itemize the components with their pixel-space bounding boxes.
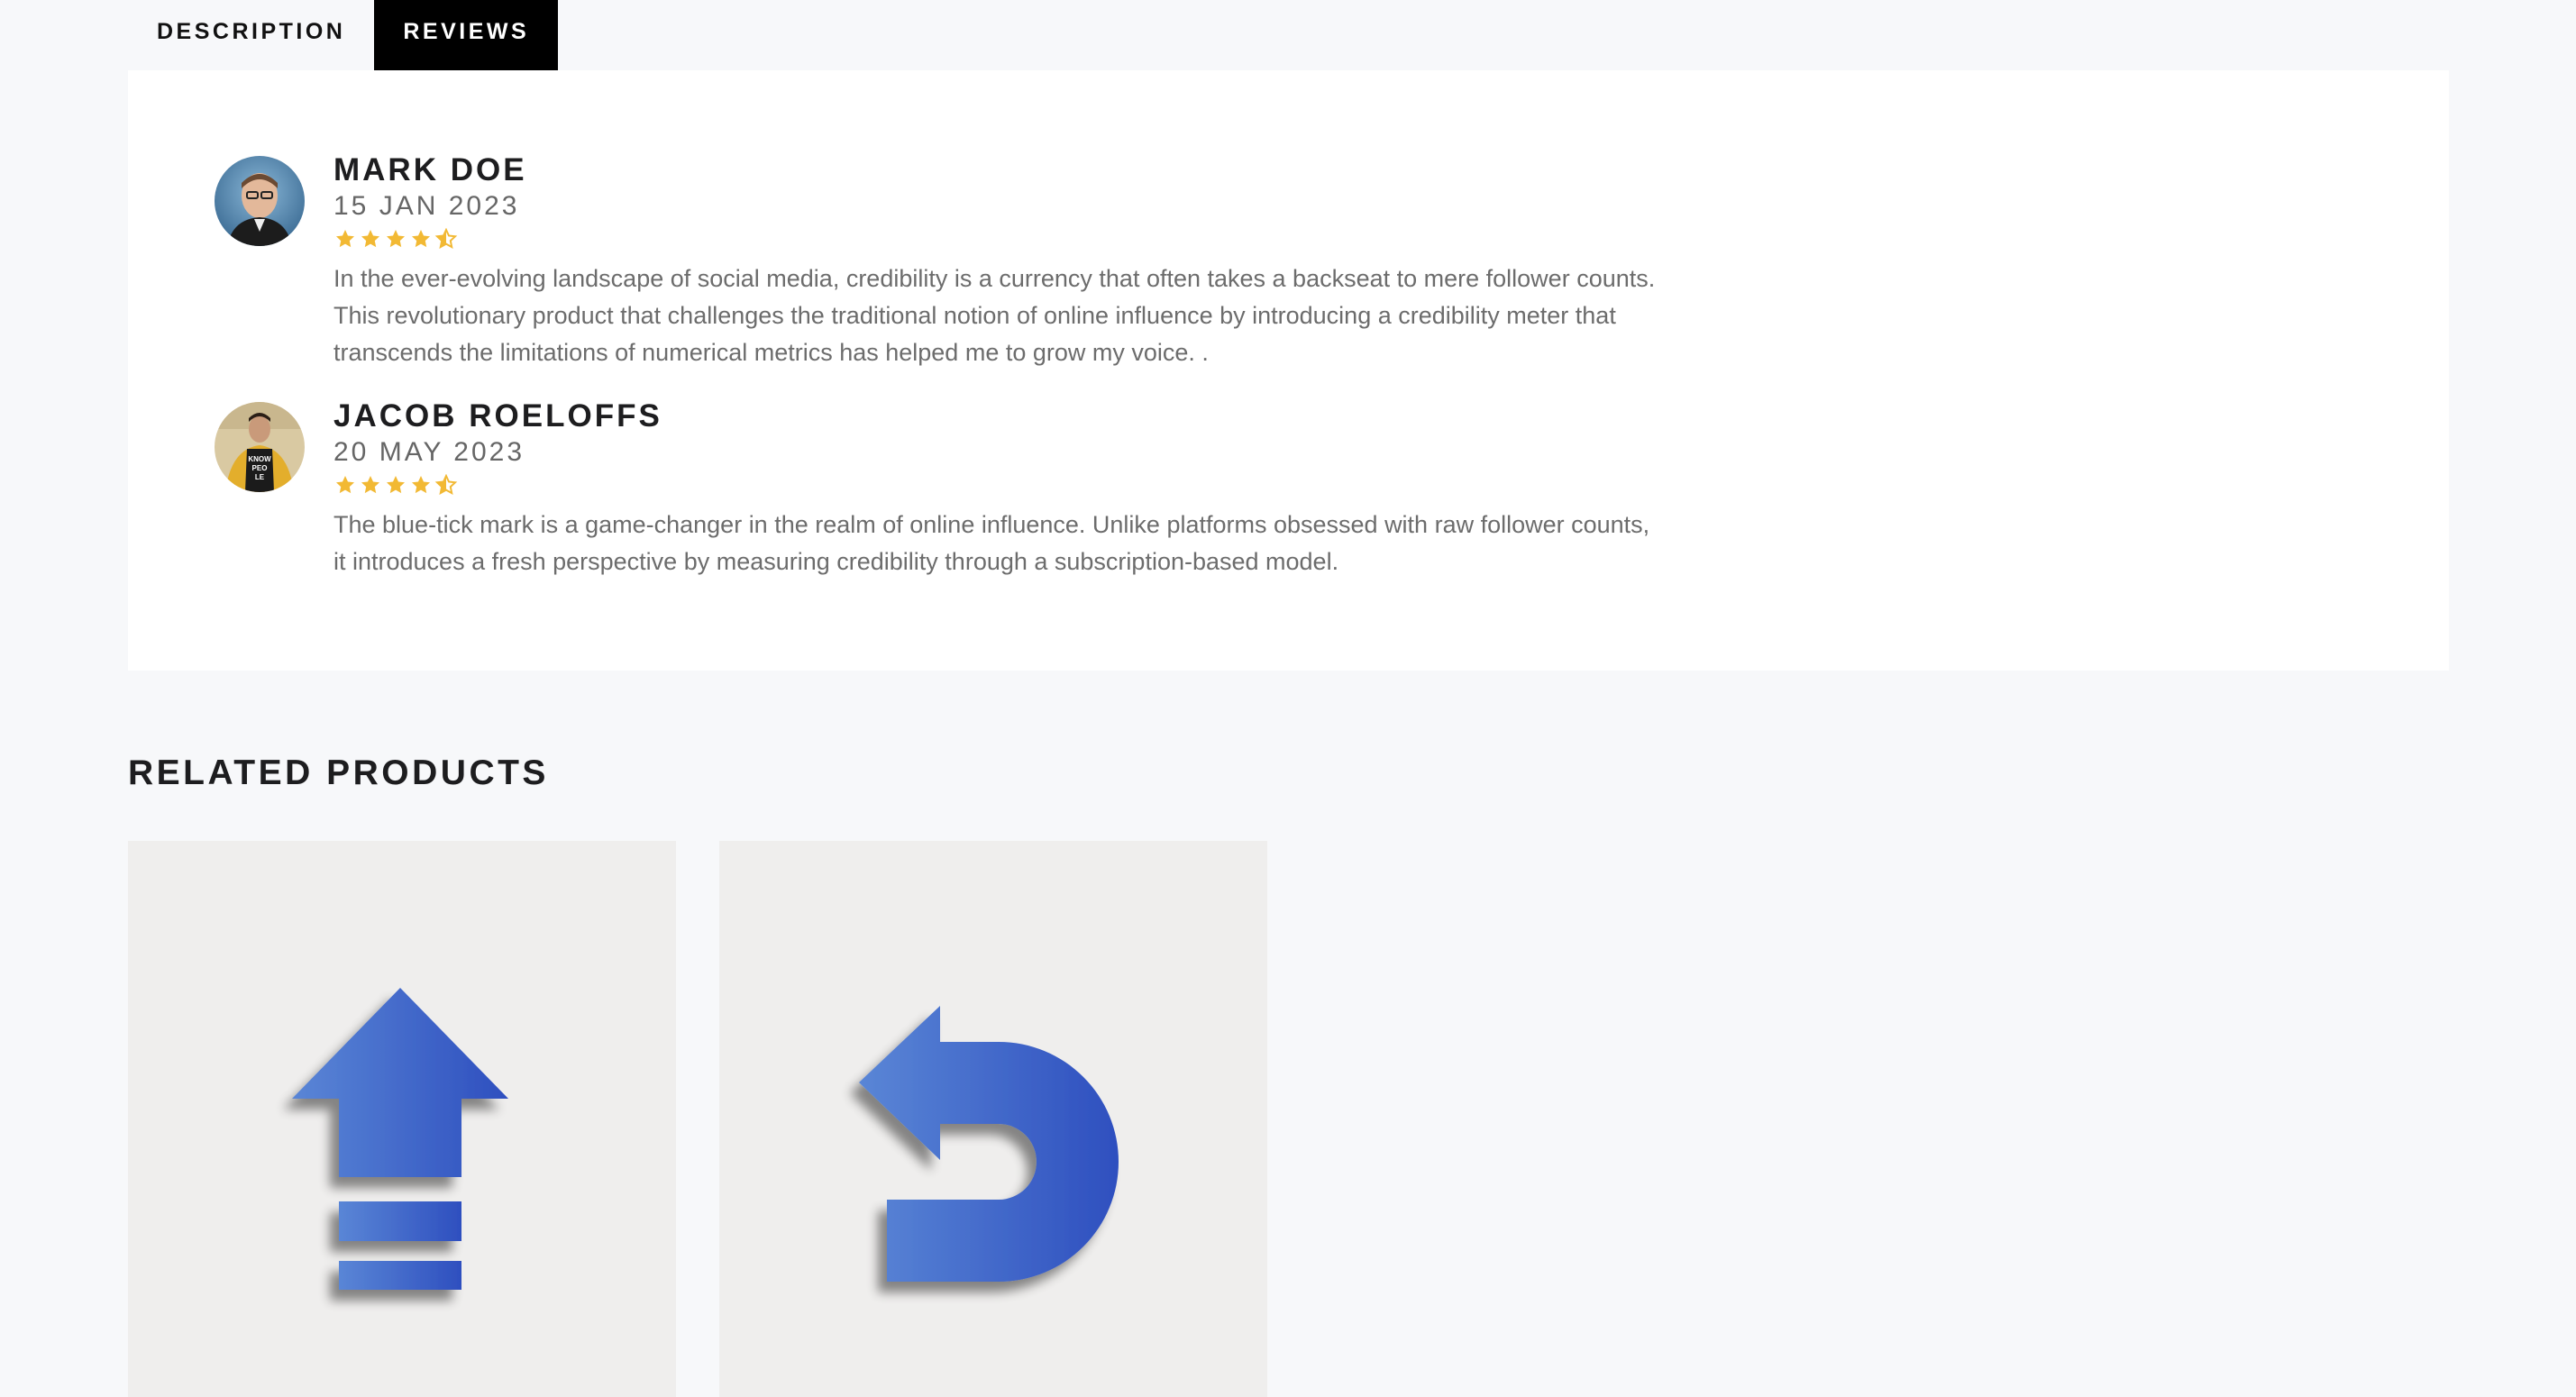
review-body: MARK DOE 15 JAN 2023 In the ever-evolvin… (333, 152, 1685, 371)
avatar: KNOW PEO LE (215, 402, 305, 492)
avatar (215, 156, 305, 246)
svg-text:PEO: PEO (252, 464, 268, 472)
svg-text:KNOW: KNOW (248, 455, 271, 463)
star-icon (361, 476, 379, 494)
reviewer-name: MARK DOE (333, 152, 527, 187)
star-icon (336, 476, 354, 494)
product-tabs: DESCRIPTION REVIEWS (128, 0, 559, 70)
u-turn-left-arrow-icon (859, 1006, 1119, 1282)
tab-description[interactable]: DESCRIPTION (128, 0, 374, 70)
review-body: JACOB ROELOFFS 20 MAY 2023 The blue-tick… (333, 398, 1685, 580)
star-half-icon (434, 474, 458, 496)
star-icon (412, 230, 430, 248)
reviewer-name: JACOB ROELOFFS (333, 398, 662, 434)
arrow-up-with-bars-icon (292, 988, 508, 1290)
star-icon (387, 476, 405, 494)
star-icon (412, 476, 430, 494)
tab-reviews[interactable]: REVIEWS (374, 0, 559, 70)
star-half-icon (434, 228, 458, 250)
star-rating (333, 228, 1685, 251)
star-icon (387, 230, 405, 248)
related-product-card[interactable] (128, 841, 676, 1397)
review-text: The blue-tick mark is a game-changer in … (333, 511, 1650, 575)
star-rating (333, 474, 1685, 498)
review-text: In the ever-evolving landscape of social… (333, 265, 1656, 366)
review-date: 20 MAY 2023 (333, 437, 525, 467)
reviews-panel: MARK DOE 15 JAN 2023 In the ever-evolvin… (128, 70, 2449, 671)
star-icon (336, 230, 354, 248)
review-date: 15 JAN 2023 (333, 191, 520, 221)
svg-text:LE: LE (255, 473, 265, 481)
star-icon (361, 230, 379, 248)
related-product-card[interactable] (719, 841, 1267, 1397)
related-products-heading: RELATED PRODUCTS (128, 753, 549, 792)
